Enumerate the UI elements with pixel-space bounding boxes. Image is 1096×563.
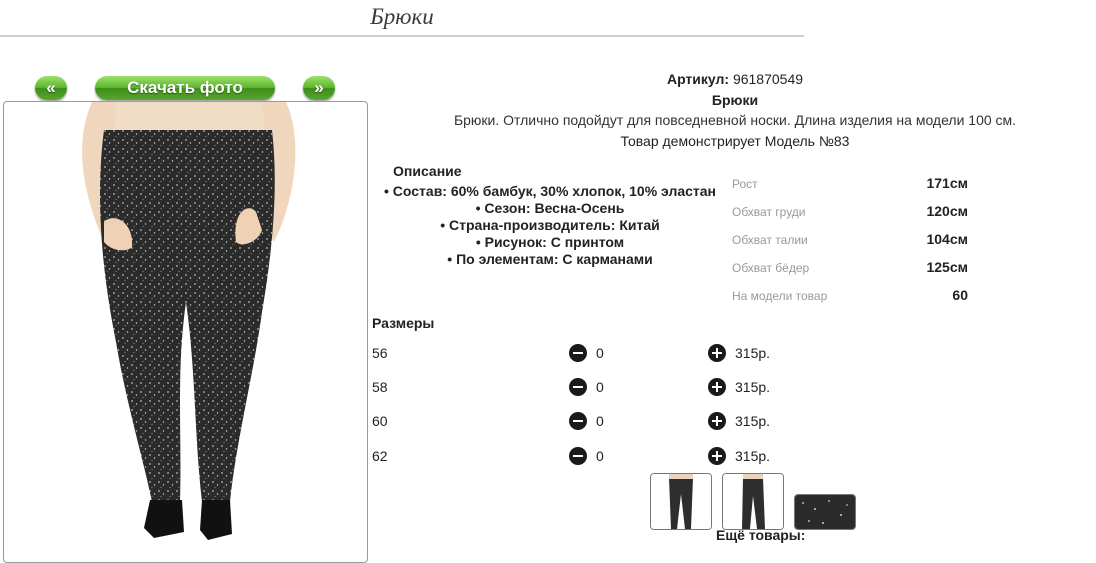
minus-circle-icon[interactable] [569,344,587,362]
size-row: 58 0 315р. [372,377,792,397]
details-title: Описание [393,163,462,179]
article-label: Артикул: [666,71,730,87]
product-thumbnail[interactable] [650,473,712,530]
prev-photo-button[interactable]: « [35,76,67,100]
download-photo-button[interactable]: Скачать фото [95,76,275,100]
minus-circle-icon[interactable] [569,447,587,465]
size-label: 62 [372,448,388,464]
measurement-value: 120см [926,203,968,219]
product-name: Брюки [711,92,759,108]
size-row: 62 0 315р. [372,446,792,466]
product-photo-frame [3,101,368,563]
details-list: Состав: 60% бамбук, 30% хлопок, 10% элас… [370,183,730,268]
plus-circle-icon[interactable] [708,378,726,396]
product-description: Брюки. Отлично подойдут для повседневной… [453,112,1017,128]
size-row: 56 0 315р. [372,343,792,363]
article-line: Артикул: 961870549 [370,71,1096,87]
measurement-row: Обхват груди 120см [732,203,968,223]
details-item: Состав: 60% бамбук, 30% хлопок, 10% элас… [370,183,730,200]
measurement-label: Обхват талии [732,233,808,247]
product-thumbnail[interactable] [722,473,784,530]
details-item: По элементам: С карманами [370,251,730,268]
size-row: 60 0 315р. [372,411,792,431]
measurement-row: На модели товар 60 [732,287,968,307]
product-photo[interactable] [4,102,367,562]
size-price: 315р. [735,379,771,395]
size-price: 315р. [735,345,771,361]
measurement-row: Обхват талии 104см [732,231,968,251]
measurement-label: Рост [732,177,758,191]
plus-circle-icon[interactable] [708,447,726,465]
measurement-row: Рост 171см [732,175,968,195]
size-price: 315р. [735,413,771,429]
measurement-value: 171см [926,175,968,191]
size-quantity: 0 [596,413,604,429]
minus-circle-icon[interactable] [569,378,587,396]
next-photo-button[interactable]: » [303,76,335,100]
measurement-value: 104см [926,231,968,247]
measurement-label: На модели товар [732,289,828,303]
measurement-value: 125см [926,259,968,275]
details-item: Сезон: Весна-Осень [370,200,730,217]
article-value: 961870549 [732,71,804,87]
plus-circle-icon[interactable] [708,344,726,362]
size-label: 60 [372,413,388,429]
measurement-row: Обхват бёдер 125см [732,259,968,279]
more-products-title: Ещё товары: [716,527,806,543]
page-title: Брюки [370,4,434,29]
size-quantity: 0 [596,345,604,361]
details-item: Страна-производитель: Китай [370,217,730,234]
measurement-value: 60 [952,287,968,303]
measurement-label: Обхват груди [732,205,806,219]
details-item: Рисунок: С принтом [370,234,730,251]
plus-circle-icon[interactable] [708,412,726,430]
product-thumbnail[interactable] [794,494,856,530]
size-label: 58 [372,379,388,395]
size-quantity: 0 [596,448,604,464]
size-quantity: 0 [596,379,604,395]
model-note: Товар демонстрирует Модель №83 [620,133,850,149]
sizes-title: Размеры [372,315,435,331]
size-label: 56 [372,345,388,361]
title-divider [0,35,804,37]
minus-circle-icon[interactable] [569,412,587,430]
measurement-label: Обхват бёдер [732,261,810,275]
size-price: 315р. [735,448,771,464]
